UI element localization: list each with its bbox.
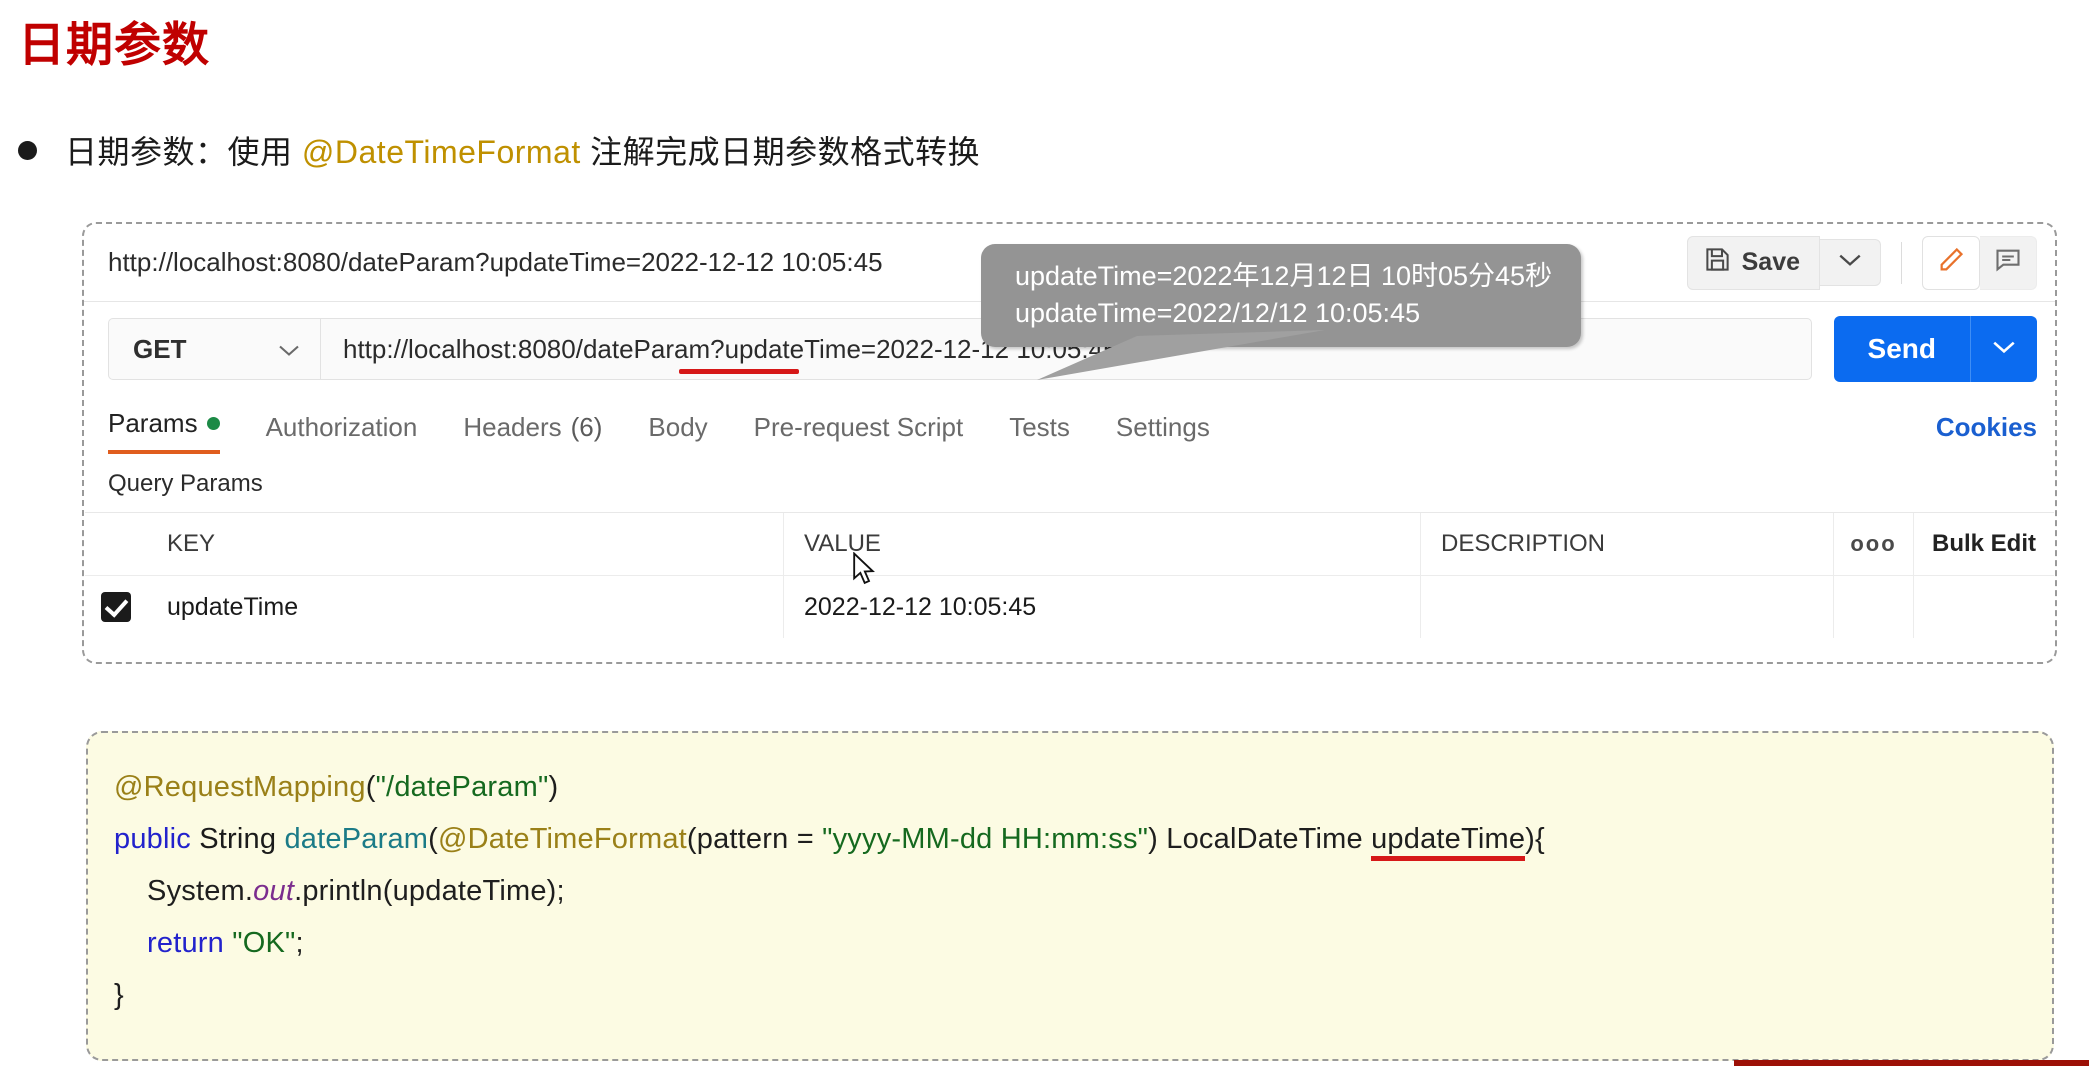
bullet-item: 日期参数：使用 @DateTimeFormat 注解完成日期参数格式转换 — [18, 127, 980, 173]
code-l2-paren: ( — [428, 823, 438, 855]
save-button-label: Save — [1742, 248, 1800, 277]
query-params-table: KEY VALUE DESCRIPTION ooo Bulk Edit upda… — [85, 512, 2054, 638]
code-return-string: "OK" — [232, 927, 295, 959]
more-options-icon: ooo — [1850, 531, 1896, 557]
header-key: KEY — [147, 513, 784, 575]
callout-tail-icon — [1037, 330, 1327, 382]
row-description-cell[interactable] — [1421, 576, 1834, 638]
chevron-down-icon — [1991, 339, 2017, 360]
tab-body-label: Body — [648, 412, 707, 443]
bulk-edit-button[interactable]: Bulk Edit — [1914, 513, 2054, 575]
callout-line-2: updateTime=2022/12/12 10:05:45 — [1015, 295, 1557, 332]
request-tab-title: http://localhost:8080/dateParam?updateTi… — [108, 247, 883, 278]
bullet-prefix: 日期参数：使用 — [65, 134, 302, 170]
row-bulk-cell — [1914, 576, 2054, 638]
code-annotation-requestmapping: @RequestMapping — [114, 771, 366, 803]
callout-line-1: updateTime=2022年12月12日 10时05分45秒 — [1015, 258, 1557, 295]
code-method-name: dateParam — [284, 823, 428, 855]
code-l3-pre: System. — [114, 875, 253, 907]
code-param-updatetime: updateTime — [1371, 823, 1525, 861]
code-l3-post: .println(updateTime); — [294, 875, 565, 907]
code-field-out: out — [253, 875, 294, 907]
bullet-suffix: 注解完成日期参数格式转换 — [581, 134, 980, 170]
tab-tests-label: Tests — [1009, 412, 1070, 443]
send-button[interactable]: Send — [1834, 316, 1970, 382]
code-annotation-datetimeformat: @DateTimeFormat — [438, 823, 687, 855]
code-line-2: public String dateParam(@DateTimeFormat(… — [114, 813, 2052, 865]
url-param-underline — [679, 369, 799, 374]
code-l1-string: "/dateParam" — [376, 771, 549, 803]
pencil-icon — [1937, 246, 1965, 279]
tab-params-label: Params — [108, 408, 198, 439]
code-l2-end: ){ — [1525, 823, 1545, 855]
http-method-value: GET — [133, 334, 186, 365]
table-header-row: KEY VALUE DESCRIPTION ooo Bulk Edit — [85, 513, 2054, 576]
code-l4-end: ; — [296, 927, 304, 959]
tab-settings-label: Settings — [1116, 412, 1210, 443]
tab-headers-count: (6) — [571, 412, 603, 443]
code-l1-paren-close: ) — [548, 771, 558, 803]
bullet-dot-icon — [18, 141, 37, 160]
row-options-cell[interactable] — [1834, 576, 1914, 638]
header-description: DESCRIPTION — [1421, 513, 1834, 575]
header-value: VALUE — [784, 513, 1421, 575]
header-select-all-cell — [85, 513, 147, 575]
page-title: 日期参数 — [18, 6, 210, 75]
tab-settings[interactable]: Settings — [1116, 412, 1210, 454]
tab-pre-request-script[interactable]: Pre-request Script — [754, 412, 964, 454]
table-row: updateTime 2022-12-12 10:05:45 — [85, 576, 2054, 638]
row-value-cell[interactable]: 2022-12-12 10:05:45 — [784, 576, 1421, 638]
tab-pre-request-script-label: Pre-request Script — [754, 412, 964, 443]
row-checkbox[interactable] — [101, 592, 131, 622]
tab-authorization-label: Authorization — [266, 412, 418, 443]
code-type-string: String — [191, 823, 284, 855]
row-checkbox-cell[interactable] — [85, 576, 147, 638]
code-keyword-public: public — [114, 823, 191, 855]
table-options-button[interactable]: ooo — [1834, 513, 1914, 575]
code-l2-tail: ) LocalDateTime — [1148, 823, 1371, 855]
annotation-callout: updateTime=2022年12月12日 10时05分45秒 updateT… — [981, 244, 1581, 347]
code-l2-pattern: (pattern = — [687, 823, 822, 855]
send-button-group: Send — [1834, 316, 2037, 382]
tab-headers-label: Headers — [463, 412, 561, 443]
row-key-cell[interactable]: updateTime — [147, 576, 784, 638]
code-line-4: return "OK"; — [114, 917, 2052, 969]
code-line-5: } — [114, 969, 2052, 1021]
tab-headers[interactable]: Headers (6) — [463, 412, 602, 454]
tab-params[interactable]: Params — [108, 408, 220, 454]
code-l1-paren-open: ( — [366, 771, 376, 803]
comment-button[interactable] — [1980, 236, 2037, 290]
cookies-link[interactable]: Cookies — [1936, 412, 2037, 454]
bottom-red-rule — [1734, 1060, 2089, 1066]
params-modified-dot-icon — [207, 417, 220, 430]
http-method-select[interactable]: GET — [108, 318, 320, 380]
tab-authorization[interactable]: Authorization — [266, 412, 418, 454]
comment-icon — [1994, 246, 2022, 279]
floppy-disk-icon — [1704, 246, 1731, 280]
save-button[interactable]: Save — [1687, 236, 1820, 290]
tab-body[interactable]: Body — [648, 412, 707, 454]
chevron-down-icon — [1837, 252, 1863, 273]
request-tabs: Params Authorization Headers (6) Body Pr… — [84, 396, 2055, 454]
code-pattern-string: "yyyy-MM-dd HH:mm:ss" — [822, 823, 1148, 855]
code-keyword-return: return — [114, 927, 232, 959]
code-line-1: @RequestMapping("/dateParam") — [114, 761, 2052, 813]
bullet-highlight: @DateTimeFormat — [302, 134, 581, 170]
send-options-button[interactable] — [1970, 316, 2037, 382]
toolbar-divider — [1901, 242, 1902, 284]
topbar-actions: Save — [1687, 236, 2037, 290]
chevron-down-icon — [277, 334, 301, 365]
code-snippet-panel: @RequestMapping("/dateParam") public Str… — [86, 731, 2054, 1061]
tab-tests[interactable]: Tests — [1009, 412, 1070, 454]
bullet-text: 日期参数：使用 @DateTimeFormat 注解完成日期参数格式转换 — [65, 127, 980, 173]
code-line-3: System.out.println(updateTime); — [114, 865, 2052, 917]
save-options-button[interactable] — [1820, 239, 1881, 286]
query-params-label: Query Params — [84, 454, 2055, 512]
edit-button[interactable] — [1922, 236, 1980, 290]
